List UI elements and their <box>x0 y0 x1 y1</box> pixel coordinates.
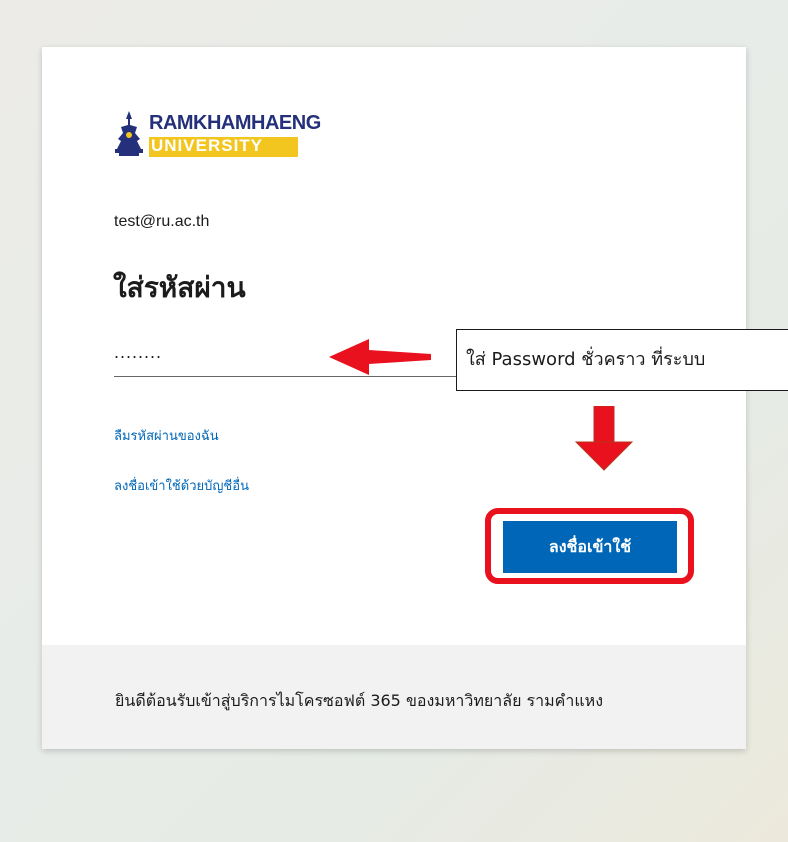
page-title: ใส่รหัสผ่าน <box>113 271 246 304</box>
welcome-text: ยินดีต้อนรับเข้าสู่บริการไมโครซอฟต์ 365 … <box>115 691 604 710</box>
signin-button[interactable]: ลงชื่อเข้าใช้ <box>503 521 677 573</box>
other-account-link[interactable]: ลงชื่อเข้าใช้ด้วยบัญชีอื่น <box>114 475 249 496</box>
account-identifier: test@ru.ac.th <box>114 213 210 230</box>
logo-subtitle: UNIVERSITY <box>151 136 264 155</box>
university-seal-icon <box>115 111 143 156</box>
arrow-down-icon <box>574 406 634 471</box>
arrow-left-icon <box>329 339 431 375</box>
welcome-footer: ยินดีต้อนรับเข้าสู่บริการไมโครซอฟต์ 365 … <box>42 645 746 749</box>
annotation-callout: ใส่ Password ชั่วคราว ที่ระบบ <box>456 329 788 391</box>
forgot-password-link[interactable]: ลืมรหัสผ่านของฉัน <box>114 425 219 446</box>
logo-name: RAMKHAMHAENG <box>149 112 321 134</box>
university-logo: RAMKHAMHAENG UNIVERSITY <box>113 106 323 162</box>
signin-card: RAMKHAMHAENG UNIVERSITY test@ru.ac.th ใส… <box>42 47 746 749</box>
